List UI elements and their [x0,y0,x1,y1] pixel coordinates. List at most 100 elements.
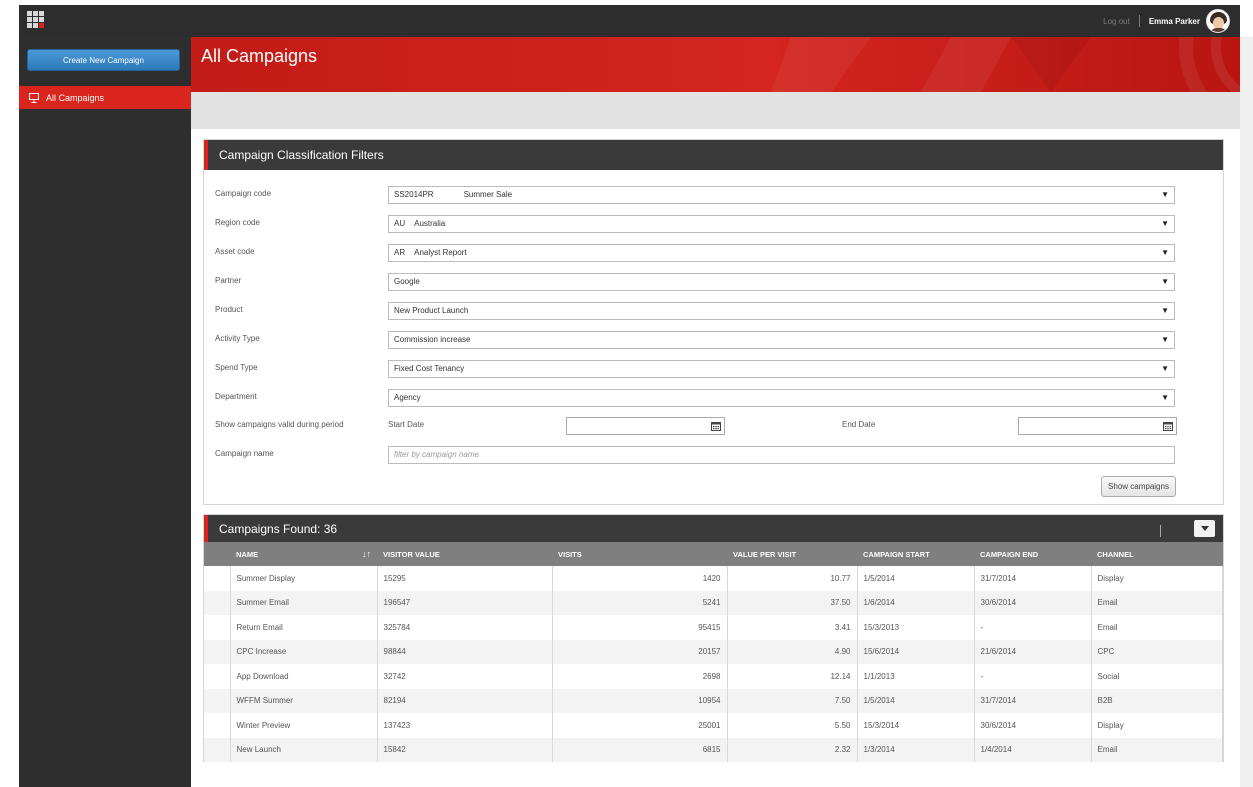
table-row[interactable]: CPC Increase 98844 20157 4.90 15/6/2014 … [204,639,1223,664]
cell-channel: Email [1091,590,1223,615]
cell-channel: Email [1091,737,1223,762]
table-header-row: NAME ↓↑ VISITOR VALUE VISITS VALUE PER VI… [204,542,1223,566]
select-value: Australia [414,219,446,228]
filter-label: Region code [215,218,260,227]
cell-name[interactable]: Summer Display [230,566,378,591]
collapse-button[interactable] [1194,520,1215,537]
filter-partner: Partner Google ▼ [215,273,1175,291]
logout-link[interactable]: Log out [1103,17,1130,26]
column-header-campaign-start[interactable]: CAMPAIGN START [857,542,974,566]
column-header-value-per-visit[interactable]: VALUE PER VISIT [727,542,857,566]
cell-value-per-visit: 5.50 [727,713,858,738]
campaign-name-input[interactable]: filter by campaign name [388,446,1175,464]
caret-down-icon: ▼ [1161,393,1169,402]
cell-channel: Email [1091,615,1223,640]
cell-campaign-end: 31/7/2014 [974,688,1092,713]
column-header-visits[interactable]: VISITS [552,542,727,566]
select-value: Fixed Cost Tenancy [394,364,465,373]
cell-visitor-value: 98844 [377,639,553,664]
column-header-name[interactable]: NAME ↓↑ [230,542,377,566]
cell-name[interactable]: CPC Increase [230,639,378,664]
filter-period: Show campaigns valid during period Start… [215,417,1177,435]
cell-value-per-visit: 37.50 [727,590,858,615]
cell-name[interactable]: Winter Preview [230,713,378,738]
department-select[interactable]: Agency ▼ [388,389,1175,407]
cell-name[interactable]: WFFM Summer [230,688,378,713]
filter-product: Product New Product Launch ▼ [215,302,1175,320]
cell-campaign-end: 30/6/2014 [974,713,1092,738]
cell-name[interactable]: Summer Email [230,590,378,615]
select-value: New Product Launch [394,306,469,315]
region-code-select[interactable]: AU Australia ▼ [388,215,1175,233]
cell-name[interactable]: Return Email [230,615,378,640]
cell-value-per-visit: 7.50 [727,688,858,713]
product-select[interactable]: New Product Launch ▼ [388,302,1175,320]
filter-label: Show campaigns valid during period [215,420,344,429]
avatar[interactable] [1206,9,1230,33]
sidebar-item-all-campaigns[interactable]: All Campaigns [19,86,191,109]
start-date-label: Start Date [388,420,425,429]
results-header: Campaigns Found: 36 [204,515,1223,542]
cell-visitor-value: 15842 [377,737,553,762]
filter-label: Activity Type [215,334,260,343]
select-value: Agency [394,393,421,402]
calendar-icon[interactable] [1163,421,1173,431]
cell-visitor-value: 137423 [377,713,553,738]
activity-type-select[interactable]: Commission increase ▼ [388,331,1175,349]
row-gutter [204,639,231,664]
cell-channel: Social [1091,664,1223,689]
cell-value-per-visit: 3.41 [727,615,858,640]
end-date-input[interactable] [1018,417,1177,435]
table-row[interactable]: WFFM Summer 82194 10954 7.50 1/5/2014 31… [204,688,1223,713]
cell-visitor-value: 32742 [377,664,553,689]
cell-visitor-value: 15295 [377,566,553,591]
column-header-channel[interactable]: CHANNEL [1091,542,1223,566]
cell-visits: 10954 [552,688,728,713]
table-row[interactable]: App Download 32742 2698 12.14 1/1/2013 -… [204,664,1223,689]
partner-select[interactable]: Google ▼ [388,273,1175,291]
column-header-campaign-end[interactable]: CAMPAIGN END [974,542,1091,566]
cell-name[interactable]: App Download [230,664,378,689]
chevron-down-icon [1201,526,1209,531]
filter-label: Department [215,392,257,401]
end-date-label: End Date [842,420,876,429]
column-header-visitor-value[interactable]: VISITOR VALUE [377,542,552,566]
cell-visitor-value: 82194 [377,688,553,713]
user-name[interactable]: Emma Parker [1149,17,1200,26]
app-logo-icon[interactable] [27,11,45,29]
caret-down-icon: ▼ [1161,248,1169,257]
user-area: Log out Emma Parker [1103,5,1230,37]
cell-campaign-start: 15/6/2014 [857,639,975,664]
cell-channel: CPC [1091,639,1223,664]
show-campaigns-button[interactable]: Show campaigns [1101,476,1176,497]
table-row[interactable]: Return Email 325784 95415 3.41 15/3/2013… [204,615,1223,640]
asset-code-select[interactable]: AR Analyst Report ▼ [388,244,1175,262]
gutter-header [204,542,230,566]
filter-department: Department Agency ▼ [215,389,1175,407]
cell-visits: 20157 [552,639,728,664]
calendar-icon[interactable] [711,421,721,431]
sort-icon[interactable]: ↓↑ [362,549,371,559]
spend-type-select[interactable]: Fixed Cost Tenancy ▼ [388,360,1175,378]
table-row[interactable]: New Launch 15842 6815 2.32 1/3/2014 1/4/… [204,737,1223,762]
panel-title: Campaign Classification Filters [204,140,1223,170]
table-row[interactable]: Summer Display 15295 1420 10.77 1/5/2014… [204,566,1223,591]
caret-down-icon: ▼ [1161,306,1169,315]
table-row[interactable]: Winter Preview 137423 25001 5.50 15/3/20… [204,713,1223,738]
table-row[interactable]: Summer Email 196547 5241 37.50 1/6/2014 … [204,590,1223,615]
sidebar-item-label: All Campaigns [46,92,105,103]
filter-campaign-code: Campaign code SS2014PR Summer Sale ▼ [215,186,1175,204]
campaigns-results-panel: Campaigns Found: 36 NAME ↓↑ VISITOR VALUE… [203,514,1224,762]
cell-visits: 1420 [552,566,728,591]
page-scrollbar[interactable] [1240,37,1253,787]
cell-value-per-visit: 10.77 [727,566,858,591]
cell-visits: 2698 [552,664,728,689]
cell-value-per-visit: 4.90 [727,639,858,664]
cell-name[interactable]: New Launch [230,737,378,762]
filter-asset-code: Asset code AR Analyst Report ▼ [215,244,1175,262]
start-date-input[interactable] [566,417,725,435]
column-label: NAME [236,549,259,559]
campaign-code-select[interactable]: SS2014PR Summer Sale ▼ [388,186,1175,204]
row-gutter [204,590,231,615]
create-new-campaign-button[interactable]: Create New Campaign [27,49,180,71]
